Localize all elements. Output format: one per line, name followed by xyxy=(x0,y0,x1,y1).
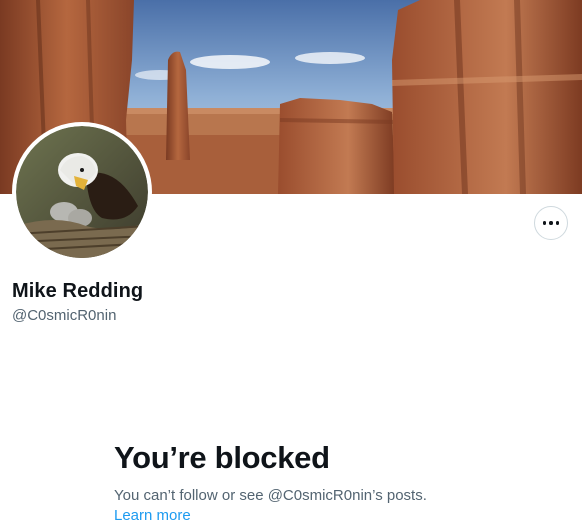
more-options-button[interactable] xyxy=(534,206,568,240)
learn-more-link[interactable]: Learn more xyxy=(114,507,191,524)
profile-display-name: Mike Redding xyxy=(12,280,144,302)
profile-avatar[interactable] xyxy=(12,122,152,262)
blocked-message: You can’t follow or see @C0smicR0nin’s p… xyxy=(114,487,427,504)
eagle-avatar-image xyxy=(16,126,148,258)
blocked-title: You’re blocked xyxy=(114,440,330,475)
more-horizontal-icon xyxy=(542,221,560,225)
profile-handle: @C0smicR0nin xyxy=(12,307,117,324)
